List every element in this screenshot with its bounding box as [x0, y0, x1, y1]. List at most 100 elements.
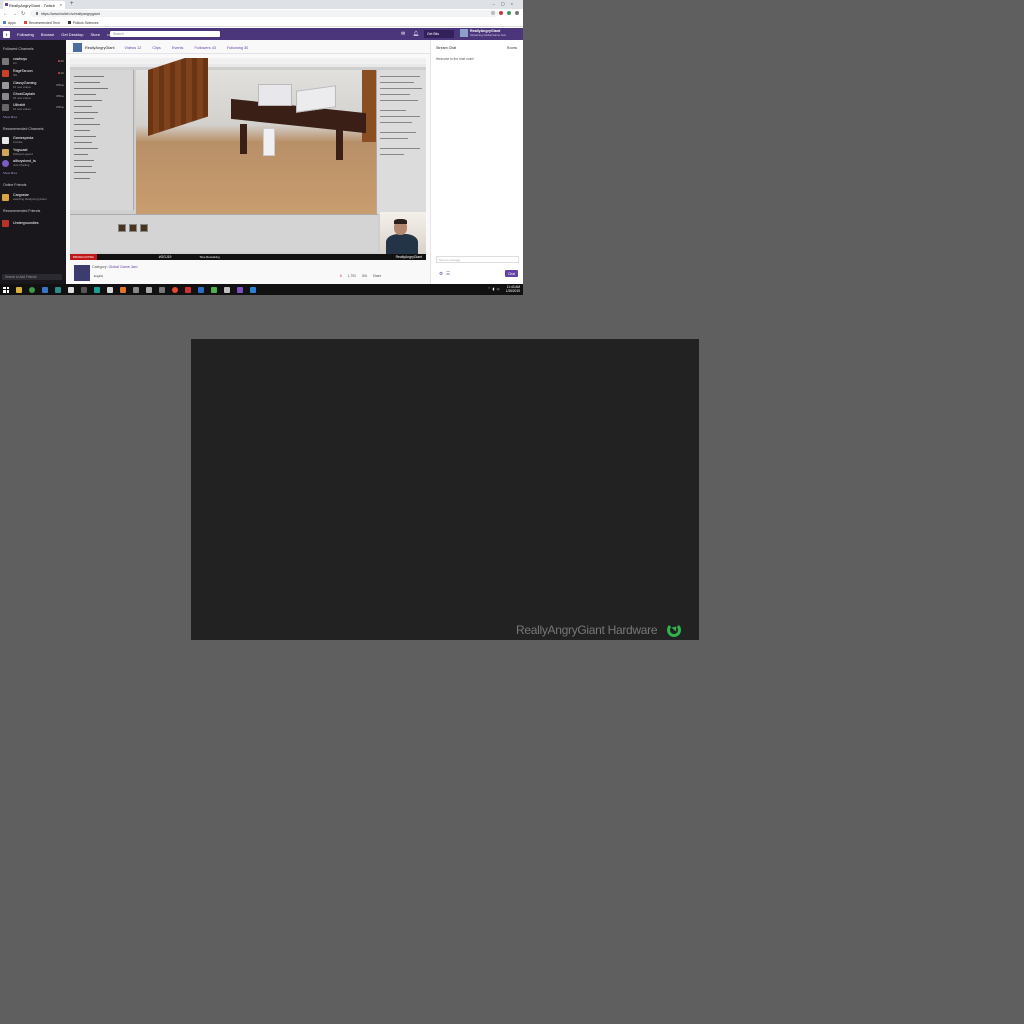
bookmark-recommended-tech[interactable]: Recommended Tech: [23, 21, 60, 25]
refresh-arrow-icon: [667, 623, 681, 637]
browser-screenshot: ReallyAngryGiant - Twitch × + –▢× ← → ↻ …: [0, 0, 523, 295]
taskbar-clock[interactable]: 11:43 AM 1/26/2019: [506, 285, 520, 294]
app-icon[interactable]: [81, 286, 87, 293]
app-icon[interactable]: [198, 286, 204, 293]
app-icon[interactable]: [55, 286, 61, 293]
browser-tab-bar: ReallyAngryGiant - Twitch × + –▢×: [0, 0, 523, 9]
start-button-icon[interactable]: [3, 286, 9, 293]
chat-input[interactable]: Send a message: [436, 256, 519, 263]
url-text: https://www.twitch.tv/reallyangrygiant: [41, 11, 100, 16]
followed-channel-item[interactable]: RageTaroon IRL 1.1K: [2, 69, 64, 79]
channel-tabs: ReallyAngryGiant Videos 12 Clips Events …: [66, 42, 430, 54]
chat-rooms-button[interactable]: Rooms: [507, 46, 517, 50]
app-icon[interactable]: [42, 286, 48, 293]
video-player[interactable]: BROADCASTING #GGJ19 Time Remaining Reall…: [70, 58, 426, 260]
view-count: 1,793: [347, 274, 356, 278]
game-box-art[interactable]: [74, 265, 90, 281]
nav-following[interactable]: Following: [17, 32, 34, 37]
gift-button[interactable]: Gift: [362, 274, 367, 278]
firefox-icon[interactable]: [172, 286, 178, 293]
channel-name-tab[interactable]: ReallyAngryGiant: [85, 46, 115, 50]
friend-search-input[interactable]: Search to Add Friends: [2, 274, 62, 280]
bookmark-apps[interactable]: Apps: [3, 21, 16, 25]
app-icon[interactable]: [185, 286, 191, 293]
new-tab-icon[interactable]: +: [70, 1, 74, 7]
channel-game: IRL: [13, 73, 18, 77]
online-friend-item[interactable]: Cargostar watching ReallyAngryGiant: [2, 193, 64, 203]
app-icon[interactable]: [107, 286, 113, 293]
close-tab-icon[interactable]: ×: [60, 2, 62, 7]
user-menu[interactable]: ReallyAngryGiant Streaming Global Game J…: [460, 29, 506, 37]
share-button[interactable]: Share: [373, 274, 382, 278]
tab-events[interactable]: Events: [172, 46, 184, 50]
app-icon[interactable]: [133, 286, 139, 293]
notifications-icon[interactable]: 🔔︎: [413, 31, 419, 37]
back-icon[interactable]: ←: [3, 11, 8, 17]
chat-send-button[interactable]: Chat: [505, 270, 518, 277]
app-icon[interactable]: [224, 286, 230, 293]
app-icon[interactable]: [68, 286, 74, 293]
chat-viewer-list-icon[interactable]: ☰: [446, 271, 450, 277]
stream-editor-menubar: [70, 64, 426, 67]
app-icon[interactable]: [120, 286, 126, 293]
bookmark-icon: [67, 21, 71, 24]
stream-inspector-panel: [376, 70, 426, 214]
channel-game: Art: [13, 61, 17, 65]
avatar: [2, 104, 9, 111]
channel-game: Just Chatting: [13, 163, 30, 167]
app-icon[interactable]: [94, 286, 100, 293]
nav-get-desktop[interactable]: Get Desktop: [61, 32, 83, 37]
recommended-channel-item[interactable]: allboyskmd_ts Just Chatting: [2, 159, 64, 169]
extension-icon[interactable]: [499, 11, 503, 15]
star-icon[interactable]: [491, 11, 495, 15]
followed-channel-item[interactable]: cowboys Art 1.2K: [2, 57, 64, 67]
recommended-channel-item[interactable]: Gamespecta Fortnite: [2, 136, 64, 146]
app-icon[interactable]: [159, 286, 165, 293]
forward-icon[interactable]: →: [12, 11, 17, 17]
tab-clips[interactable]: Clips: [152, 46, 160, 50]
reload-icon[interactable]: ↻: [21, 11, 25, 17]
avatar: [2, 149, 9, 156]
system-tray-icons[interactable]: ⌃▮◁: [488, 287, 501, 291]
show-more-recommended-link[interactable]: Show More: [3, 171, 17, 175]
twitch-search-input[interactable]: Search: [110, 31, 220, 37]
inbox-icon[interactable]: ✉: [401, 31, 405, 37]
app-icon[interactable]: [211, 286, 217, 293]
overlay-timer: Time Remaining: [199, 255, 220, 259]
visual-studio-icon[interactable]: [237, 286, 243, 293]
recommended-friend-item[interactable]: Undergroundies: [2, 219, 64, 229]
menu-icon[interactable]: [515, 11, 519, 15]
category-link[interactable]: Global Game Jam: [109, 265, 138, 269]
followed-channel-item[interactable]: ClassyGaming 10 new videos Offline: [2, 81, 64, 91]
twitch-logo-icon[interactable]: t: [3, 30, 10, 38]
chat-settings-icon[interactable]: ⚙: [439, 271, 443, 277]
nav-browse[interactable]: Browse: [41, 32, 54, 37]
browser-tab-title: ReallyAngryGiant - Twitch: [9, 2, 55, 8]
offline-status: Offline: [55, 83, 64, 87]
offline-status: Offline: [55, 105, 64, 109]
app-icon[interactable]: [146, 286, 152, 293]
chrome-icon[interactable]: [29, 286, 35, 293]
avatar: [2, 220, 9, 227]
file-explorer-icon[interactable]: [16, 286, 22, 293]
tab-following[interactable]: Following 30: [227, 46, 248, 50]
channel-game: 18 new videos: [13, 96, 31, 100]
language-tag[interactable]: English: [94, 274, 103, 278]
bookmark-label: Apps: [8, 20, 16, 25]
bookmark-pollock-sciences[interactable]: Pollock Sciences: [67, 21, 98, 25]
window-controls[interactable]: –▢×: [493, 1, 519, 6]
tab-followers[interactable]: Followers 43: [194, 46, 216, 50]
nav-store[interactable]: Store: [90, 32, 100, 37]
url-input[interactable]: https://www.twitch.tv/reallyangrygiant: [30, 10, 498, 17]
recommended-channel-item[interactable]: Yogscast Darkest Legend: [2, 148, 64, 158]
tab-videos[interactable]: Videos 12: [125, 46, 142, 50]
followed-channel-item[interactable]: Uiltrabit 10 new videos Offline: [2, 103, 64, 113]
browser-tab[interactable]: ReallyAngryGiant - Twitch ×: [3, 1, 65, 9]
app-icon[interactable]: [250, 286, 256, 293]
followed-channels-header: Followed Channels: [3, 47, 34, 51]
get-bits-button[interactable]: Get Bits: [424, 30, 454, 38]
followed-channel-item[interactable]: GhostCaptain 18 new videos Offline: [2, 92, 64, 102]
profile-icon[interactable]: [507, 11, 511, 15]
channel-avatar[interactable]: [73, 43, 82, 52]
show-more-followed-link[interactable]: Show More: [3, 115, 17, 119]
